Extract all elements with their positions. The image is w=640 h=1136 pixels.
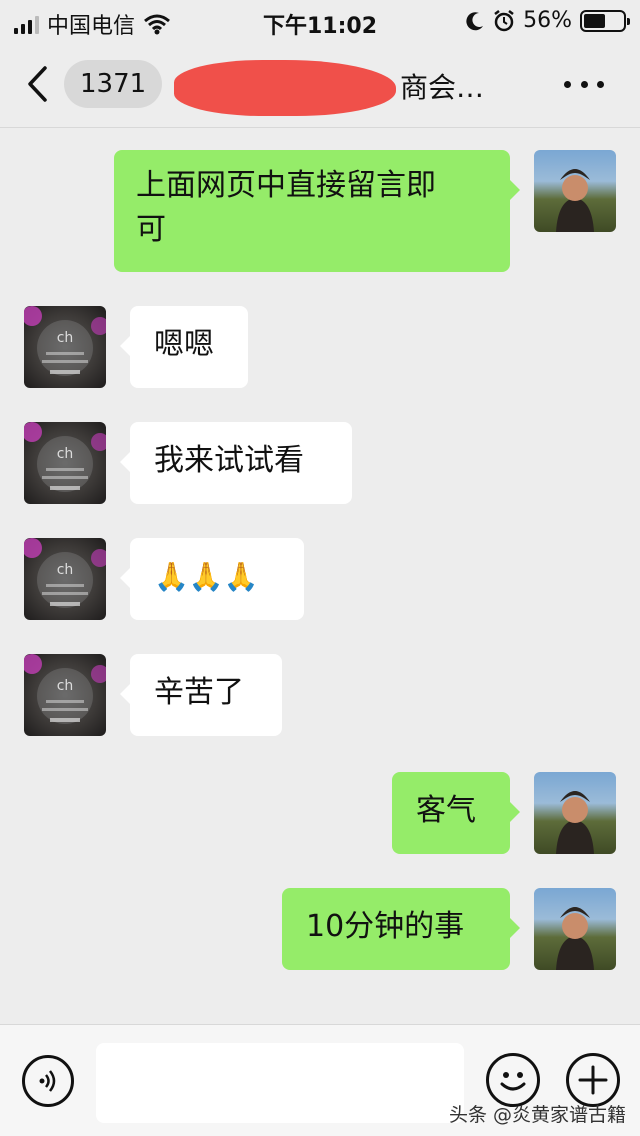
message-text-line: 上面网页中直接留言即 (136, 168, 436, 203)
moon-icon (466, 11, 484, 30)
redaction-mark (174, 60, 396, 116)
person-avatar-image (556, 791, 594, 854)
prayer-hands-emoji: 🙏🙏🙏 (154, 560, 259, 593)
status-bar: 中国电信 下午11:02 56% (0, 0, 640, 40)
person-avatar-image (556, 169, 594, 232)
award-avatar-image: ch (24, 422, 106, 492)
incoming-message[interactable]: 辛苦了 (130, 654, 282, 736)
outgoing-message[interactable]: 上面网页中直接留言即 可 (114, 150, 510, 272)
bubble-tail (120, 684, 130, 704)
back-button[interactable] (26, 62, 58, 106)
message-input[interactable] (96, 1043, 464, 1123)
my-avatar[interactable] (534, 150, 616, 232)
dot-icon (580, 80, 588, 88)
award-avatar-image: ch (24, 654, 106, 724)
message-text: 嗯嗯 (154, 327, 214, 362)
bubble-tail (510, 918, 520, 938)
battery-fill (584, 13, 606, 28)
more-functions-button[interactable] (566, 1053, 620, 1107)
svg-text:ch: ch (57, 446, 74, 462)
watermark-text: 头条 @炎黄家谱古籍 (448, 1104, 626, 1126)
smiley-icon (500, 1072, 526, 1091)
bubble-tail (120, 452, 130, 472)
voice-input-button[interactable] (22, 1055, 74, 1107)
bubble-tail (120, 336, 130, 356)
outgoing-message[interactable]: 客气 (392, 772, 510, 854)
emoji-button[interactable] (486, 1053, 540, 1107)
voice-icon (39, 1070, 56, 1092)
svg-text:ch: ch (57, 678, 74, 694)
more-options-button[interactable] (564, 70, 604, 98)
message-text: 客气 (416, 793, 476, 828)
dot-icon (597, 80, 604, 88)
my-avatar[interactable] (534, 772, 616, 854)
award-avatar-image: ch (24, 538, 106, 608)
plus-icon (578, 1065, 608, 1095)
message-text: 10分钟的事 (306, 909, 465, 944)
award-avatar-image: ch (24, 306, 106, 376)
battery-icon (580, 9, 630, 32)
contact-avatar[interactable]: ch (24, 654, 106, 736)
contact-avatar[interactable]: ch (24, 538, 106, 620)
dot-icon (564, 80, 571, 88)
incoming-message[interactable]: 🙏🙏🙏 (130, 538, 304, 620)
person-avatar-image (556, 907, 594, 970)
my-avatar[interactable] (534, 888, 616, 970)
incoming-message[interactable]: 我来试试看 (130, 422, 352, 504)
message-text: 我来试试看 (154, 443, 304, 478)
contact-avatar[interactable]: ch (24, 422, 106, 504)
message-text: 辛苦了 (154, 675, 244, 710)
bubble-tail (510, 180, 520, 200)
bubble-tail (510, 802, 520, 822)
unread-count-badge[interactable]: 1371 (64, 60, 163, 108)
chevron-left-icon (28, 66, 47, 102)
alarm-icon (494, 9, 514, 31)
message-text-line: 可 (136, 212, 166, 247)
incoming-message[interactable]: 嗯嗯 (130, 306, 248, 388)
status-right: 56% (465, 8, 630, 33)
chat-header: 1371 商会… (0, 40, 640, 128)
contact-avatar[interactable]: ch (24, 306, 106, 388)
svg-text:ch: ch (57, 562, 74, 578)
bubble-tail (120, 568, 130, 588)
battery-percent: 56% (523, 8, 572, 33)
chat-title: 商会… (400, 71, 485, 104)
outgoing-message[interactable]: 10分钟的事 (282, 888, 510, 970)
svg-text:ch: ch (57, 330, 74, 346)
